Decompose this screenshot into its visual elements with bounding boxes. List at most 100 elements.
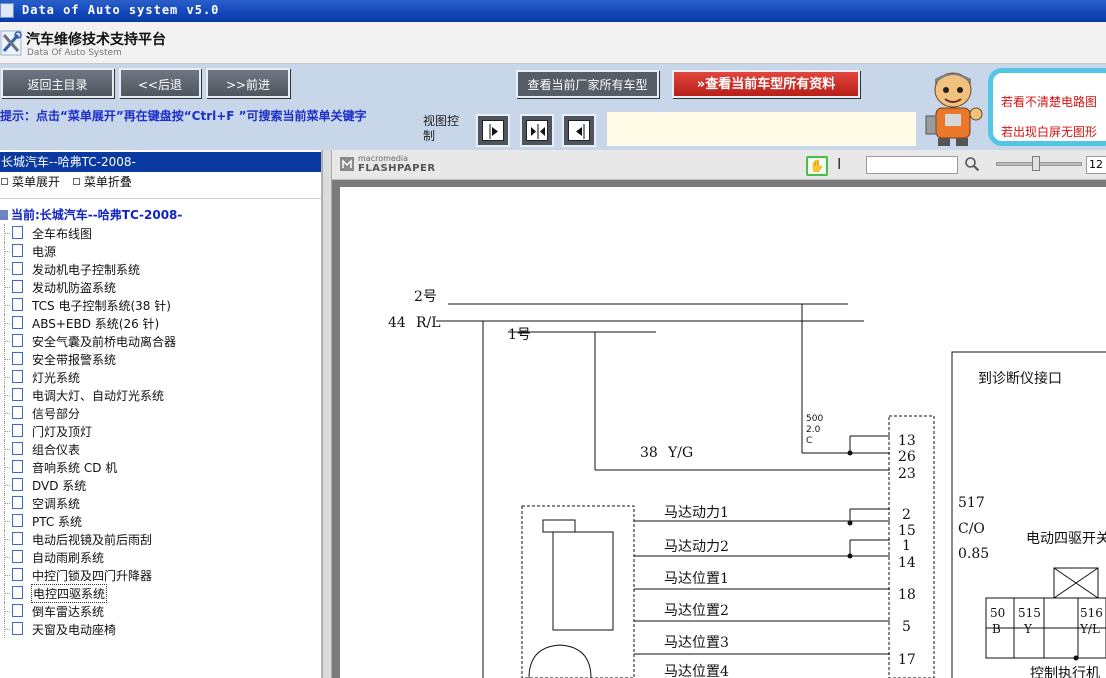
view-left-page-button[interactable]: [562, 114, 596, 147]
tree-item[interactable]: 空调系统: [0, 494, 321, 512]
promo-message-box[interactable]: 若看不清楚电路图 若出现白屏无图形: [988, 68, 1106, 146]
tree-branch-tick: [4, 467, 10, 468]
tree-item[interactable]: 倒车雷达系统: [0, 602, 321, 620]
find-input[interactable]: [866, 156, 958, 174]
text-cursor-icon[interactable]: I: [837, 155, 841, 173]
title-bar: Data of Auto system v5.0: [0, 0, 1106, 22]
tree-item-label: 灯光系统: [32, 371, 81, 385]
mechanic-mascot-icon: [925, 72, 983, 146]
search-hint: 提示：点击“菜单展开”再在键盘按“Ctrl+F ”可搜索当前菜单关键字: [0, 109, 367, 123]
current-model-bar[interactable]: 长城汽车--哈弗TC-2008-: [0, 152, 321, 172]
tree-branch-tick: [4, 593, 10, 594]
tree-item[interactable]: 安全带报警系统: [0, 350, 321, 368]
tree-item[interactable]: TCS 电子控制系统(38 针): [0, 296, 321, 314]
viewer-toolbar: macromedia FLASHPAPER ✋ I 12: [332, 150, 1106, 180]
all-docs-button[interactable]: »查看当前车型所有资料: [672, 70, 860, 98]
collapse-menu-link[interactable]: 菜单折叠: [72, 175, 132, 189]
document-icon: [12, 406, 23, 419]
document-icon: [12, 334, 23, 347]
tree-item[interactable]: PTC 系统: [0, 512, 321, 530]
diagnostic-port-label: 到诊断仪接口: [978, 370, 1062, 387]
main-toolbar: 返回主目录 <<后退 >>前进 查看当前厂家所有车型 »查看当前车型所有资料: [0, 64, 916, 106]
tree-item[interactable]: 天窗及电动座椅: [0, 620, 321, 638]
view-double-page-button[interactable]: [520, 114, 554, 147]
zoom-level-field[interactable]: 12: [1086, 156, 1106, 174]
tree-item[interactable]: 电源: [0, 242, 321, 260]
all-docs-label: 查看当前车型所有资料: [705, 77, 836, 92]
cell-yl: Y/L: [1079, 622, 1100, 636]
pin-5: 5: [902, 619, 911, 635]
tree-item-label: PTC 系统: [32, 515, 83, 529]
tree-item[interactable]: 信号部分: [0, 404, 321, 422]
arrow-right-icon: [489, 124, 498, 139]
document-icon: [12, 532, 23, 545]
document-icon: [12, 478, 23, 491]
expand-collapse-row: 菜单展开 菜单折叠: [0, 173, 132, 191]
tree-item[interactable]: 音响系统 CD 机: [0, 458, 321, 476]
tree-branch-tick: [4, 305, 10, 306]
promo-banner: 若看不清楚电路图 若出现白屏无图形: [916, 64, 1106, 150]
tree-branch-tick: [4, 431, 10, 432]
zoom-slider-thumb[interactable]: [1032, 156, 1040, 171]
tree-item[interactable]: 电动后视镜及前后雨刮: [0, 530, 321, 548]
tree-item-label: 发动机防盗系统: [32, 281, 117, 295]
all-models-button[interactable]: 查看当前厂家所有车型: [516, 70, 659, 98]
document-icon: [12, 298, 23, 311]
wire-1-label: 1号: [508, 327, 531, 343]
tree-item[interactable]: 电调大灯、自动灯光系统: [0, 386, 321, 404]
tree-item[interactable]: 中控门锁及四门升降器: [0, 566, 321, 584]
platform-title: 汽车维修技术支持平台: [26, 32, 166, 48]
tree-item[interactable]: 发动机电子控制系统: [0, 260, 321, 278]
panel-splitter[interactable]: [322, 150, 332, 678]
wire-c-label: C: [806, 436, 812, 446]
tree-branch-tick: [4, 413, 10, 414]
document-icon: [12, 388, 23, 401]
forward-button[interactable]: >>前进: [206, 68, 290, 98]
pin-18: 18: [898, 587, 916, 603]
tree-item[interactable]: ABS+EBD 系统(26 针): [0, 314, 321, 332]
view-single-page-button[interactable]: [476, 114, 510, 147]
brand-bottom: FLASHPAPER: [358, 163, 436, 174]
collapse-menu-label: 菜单折叠: [83, 175, 132, 189]
tree-item[interactable]: 电控四驱系统: [0, 584, 321, 603]
tree-root[interactable]: 当前:长城汽车--哈弗TC-2008-: [0, 206, 182, 223]
tree-item-label: 安全带报警系统: [32, 353, 117, 367]
tree-branch-tick: [4, 539, 10, 540]
tree-item[interactable]: 组合仪表: [0, 440, 321, 458]
tree-item-label: 中控门锁及四门升降器: [32, 569, 153, 583]
tree-item-label: 门灯及顶灯: [32, 425, 93, 439]
app-window: Data of Auto system v5.0 汽车维修技术支持平台 Data…: [0, 0, 1106, 678]
wire-20-label: 2.0: [806, 425, 821, 435]
tree-item-label: 空调系统: [32, 497, 81, 511]
tree-item[interactable]: 发动机防盗系统: [0, 278, 321, 296]
tree-branch-tick: [4, 449, 10, 450]
tree-branch-tick: [4, 269, 10, 270]
document-icon: [12, 604, 23, 617]
hand-tool-icon[interactable]: ✋: [806, 156, 828, 176]
back-button[interactable]: <<后退: [119, 68, 201, 98]
view-control-label: 视图控制: [423, 114, 460, 143]
tree-branch-tick: [4, 323, 10, 324]
document-icon: [12, 262, 23, 275]
expand-menu-link[interactable]: 菜单展开: [0, 175, 60, 189]
tree-item[interactable]: 门灯及顶灯: [0, 422, 321, 440]
tree-item-label: 倒车雷达系统: [32, 605, 105, 619]
tree-branch-tick: [4, 575, 10, 576]
home-button[interactable]: 返回主目录: [1, 68, 114, 98]
magnifier-icon[interactable]: [964, 156, 980, 172]
menu-tree: 全车布线图 电源 发动机电子控制系统发动机防盗系统 TCS 电子控制系统(38 针) A…: [0, 224, 321, 638]
arrows-outward-icon: [531, 124, 545, 139]
tree-item[interactable]: 安全气囊及前桥电动离合器: [0, 332, 321, 350]
menu-panel: 长城汽车--哈弗TC-2008- 菜单展开 菜单折叠 当前:长城汽车--哈弗TC…: [0, 150, 322, 678]
document-icon: [12, 460, 23, 473]
document-icon: [12, 316, 23, 329]
wire-500-label: 500: [806, 414, 823, 424]
tree-item[interactable]: 自动雨刷系统: [0, 548, 321, 566]
cell-515: 515: [1018, 606, 1041, 620]
tree-item[interactable]: 灯光系统: [0, 368, 321, 386]
tree-item[interactable]: DVD 系统: [0, 476, 321, 494]
document-icon: [12, 424, 23, 437]
tree-item-label: 电动后视镜及前后雨刮: [32, 533, 153, 547]
tree-item[interactable]: 全车布线图: [0, 224, 321, 242]
actuator-label: 控制执行机: [1030, 666, 1100, 678]
